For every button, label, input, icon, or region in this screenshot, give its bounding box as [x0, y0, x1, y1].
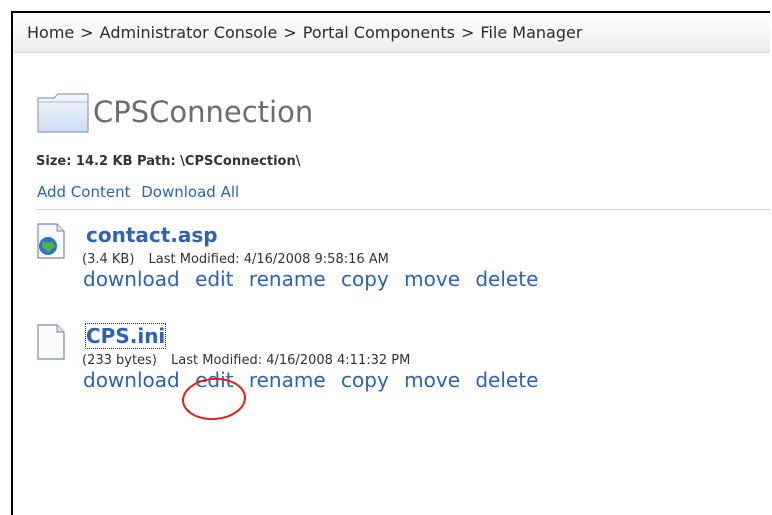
- file-meta: (233 bytes) Last Modified: 4/16/2008 4:1…: [82, 353, 410, 368]
- web-file-icon: [36, 223, 66, 259]
- file-name-link[interactable]: contact.asp: [86, 223, 218, 247]
- download-all-link[interactable]: Download All: [141, 183, 239, 201]
- file-item: CPS.ini (233 bytes) Last Modified: 4/16/…: [36, 323, 636, 399]
- move-link[interactable]: move: [404, 368, 460, 392]
- folder-size-path: Size: 14.2 KB Path: \CPSConnection\: [36, 154, 301, 169]
- add-content-link[interactable]: Add Content: [37, 183, 130, 201]
- download-link[interactable]: download: [83, 368, 180, 392]
- file-size: (3.4 KB): [82, 252, 135, 267]
- breadcrumb-separator: >: [461, 23, 475, 42]
- edit-link[interactable]: edit: [195, 267, 233, 291]
- breadcrumb-separator: >: [283, 23, 297, 42]
- copy-link[interactable]: copy: [341, 267, 389, 291]
- file-meta: (3.4 KB) Last Modified: 4/16/2008 9:58:1…: [82, 252, 389, 267]
- delete-link[interactable]: delete: [475, 368, 538, 392]
- folder-actions: Add Content Download All: [37, 183, 245, 201]
- file-size: (233 bytes): [82, 353, 157, 368]
- divider: [36, 209, 770, 210]
- rename-link[interactable]: rename: [249, 368, 326, 392]
- file-manager-panel: Home > Administrator Console > Portal Co…: [11, 11, 770, 515]
- file-modified: Last Modified: 4/16/2008 9:58:16 AM: [148, 252, 389, 267]
- breadcrumb-separator: >: [80, 23, 94, 42]
- file-actions: download edit rename copy move delete: [83, 267, 547, 291]
- file-actions: download edit rename copy move delete: [83, 368, 547, 392]
- file-name-link[interactable]: CPS.ini: [84, 323, 167, 349]
- breadcrumb-portal-components[interactable]: Portal Components: [303, 23, 455, 42]
- breadcrumb-home[interactable]: Home: [27, 23, 74, 42]
- folder-title: CPSConnection: [93, 95, 314, 129]
- file-item: contact.asp (3.4 KB) Last Modified: 4/16…: [36, 223, 636, 298]
- delete-link[interactable]: delete: [475, 267, 538, 291]
- breadcrumb: Home > Administrator Console > Portal Co…: [13, 13, 770, 53]
- breadcrumb-administrator-console[interactable]: Administrator Console: [100, 23, 278, 42]
- folder-header: CPSConnection: [36, 92, 313, 134]
- file-modified: Last Modified: 4/16/2008 4:11:32 PM: [171, 353, 411, 368]
- copy-link[interactable]: copy: [341, 368, 389, 392]
- breadcrumb-file-manager[interactable]: File Manager: [480, 23, 582, 42]
- folder-icon: [36, 92, 91, 134]
- move-link[interactable]: move: [404, 267, 460, 291]
- text-file-icon: [36, 324, 66, 360]
- download-link[interactable]: download: [83, 267, 180, 291]
- rename-link[interactable]: rename: [249, 267, 326, 291]
